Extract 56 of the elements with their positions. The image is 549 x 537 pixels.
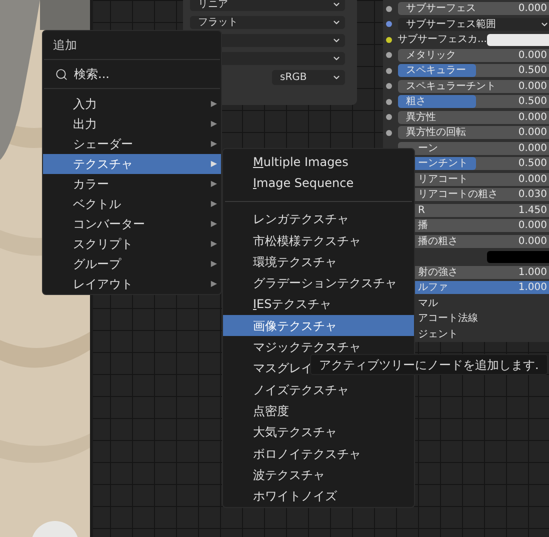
submenu-arrow: ▶ — [210, 138, 217, 150]
submenu-arrow: ▶ — [210, 118, 217, 130]
chevron-icon — [332, 73, 341, 82]
menu-item[interactable]: 市松模様テクスチャ — [223, 230, 414, 252]
submenu-arrow: ▶ — [210, 158, 217, 170]
number-field[interactable]: サブサーフェス 0.000 — [398, 2, 549, 16]
menu-item[interactable]: シェーダー ▶ — [43, 134, 221, 154]
tooltip: アクティブツリーにノードを追加します. — [310, 354, 548, 375]
socket-label: アコート法線 — [417, 312, 479, 326]
menu-item[interactable]: 入力 ▶ — [43, 94, 221, 114]
submenu-arrow: ▶ — [210, 278, 217, 290]
dropdown[interactable]: フラット — [190, 16, 345, 29]
menu-item[interactable]: ホワイトノイズ — [223, 485, 414, 507]
menu-item[interactable]: 大気テクスチャ — [223, 422, 414, 443]
menu-item[interactable]: グラデーションテクスチャ — [223, 272, 414, 294]
menu-title: 追加 — [52, 37, 78, 54]
color-label: サブサーフェスカ... — [396, 32, 487, 48]
dropdown[interactable]: sRGB — [272, 70, 345, 85]
slider-field[interactable]: スペキュラー 0.500 — [398, 64, 549, 78]
number-field[interactable]: 異方性の回転 0.000 — [398, 126, 549, 140]
menu-item[interactable]: コンバーター ▶ — [43, 214, 221, 234]
color-swatch[interactable] — [487, 250, 549, 263]
menu-item[interactable]: IESテクスチャ — [223, 294, 414, 316]
menu-item[interactable]: ノイズテクスチャ — [223, 378, 414, 400]
menu-item[interactable]: レイアウト ▶ — [43, 274, 221, 294]
menu-item[interactable]: 波テクスチャ — [223, 464, 414, 486]
slider-field[interactable]: 粗さ 0.500 — [398, 95, 549, 108]
socket-label: ジェント — [417, 328, 459, 342]
color-swatch[interactable] — [487, 34, 549, 46]
dropdown[interactable]: リニア — [190, 0, 345, 11]
submenu-arrow: ▶ — [210, 238, 217, 250]
menu-item[interactable]: ベクトル ▶ — [43, 194, 221, 214]
number-field[interactable]: スペキュラーチント 0.000 — [398, 80, 549, 93]
menu-item[interactable]: グループ ▶ — [43, 254, 221, 274]
number-field[interactable]: メタリック 0.000 — [398, 48, 549, 62]
menu-item[interactable]: 環境テクスチャ — [223, 251, 414, 272]
submenu-arrow: ▶ — [210, 218, 217, 230]
submenu-arrow: ▶ — [210, 178, 217, 190]
search-item[interactable]: 検索... — [43, 63, 221, 85]
search-icon — [55, 68, 68, 80]
menu-item[interactable]: Image Sequence — [223, 172, 414, 194]
menu-item[interactable]: レンガテクスチャ — [223, 208, 414, 230]
number-field[interactable]: ーン 0.000 — [398, 142, 549, 155]
submenu-arrow: ▶ — [210, 98, 217, 110]
menu-item[interactable]: 点密度 — [223, 400, 414, 422]
menu-item[interactable]: 出力 ▶ — [43, 114, 221, 134]
menu-item[interactable]: 画像テクスチャ — [223, 315, 414, 336]
socket-label: マル — [417, 296, 439, 311]
submenu-arrow: ▶ — [210, 258, 217, 270]
menu-item[interactable]: テクスチャ ▶ — [43, 154, 221, 174]
submenu-arrow: ▶ — [210, 198, 217, 210]
menu-item[interactable]: スクリプト ▶ — [43, 234, 221, 254]
number-field[interactable]: 異方性 0.000 — [398, 110, 549, 124]
dropdown[interactable]: サブサーフェス範囲 — [398, 18, 549, 31]
menu-item[interactable]: ボロノイテクスチャ — [223, 442, 414, 464]
menu-item[interactable]: カラー ▶ — [43, 174, 221, 194]
